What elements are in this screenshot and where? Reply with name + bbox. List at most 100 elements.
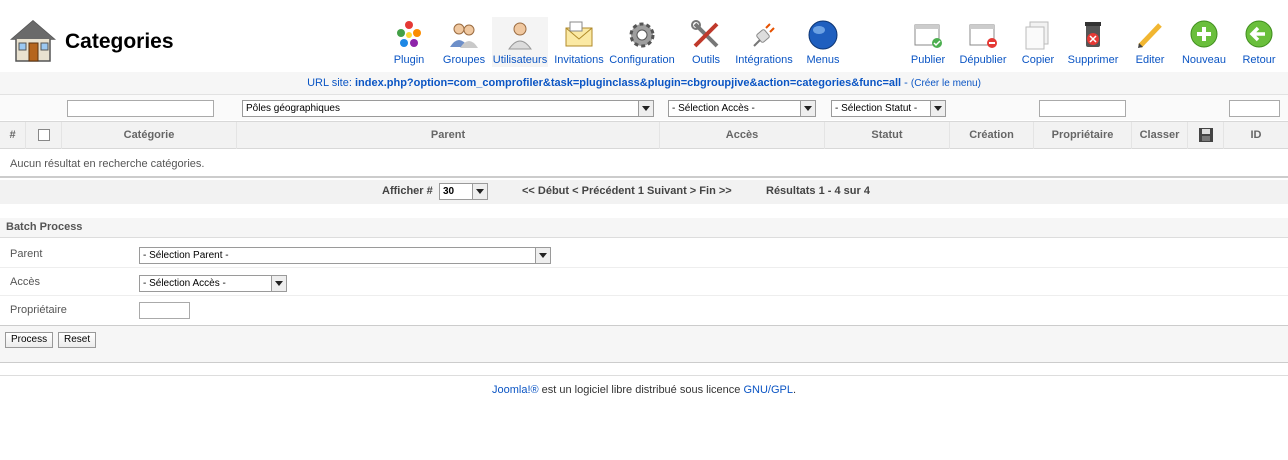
chevron-down-icon [535, 248, 550, 263]
col-status[interactable]: Statut [825, 122, 950, 149]
pagination: Afficher # 30 << Début < Précédent 1 Sui… [0, 180, 1288, 204]
url-label: URL site: [307, 77, 355, 89]
joomla-link[interactable]: Joomla!® [492, 384, 539, 396]
toolbar: Categories Plugin Groupes Utilisateurs I… [0, 0, 1288, 72]
url-value: index.php?option=com_comprofiler&task=pl… [354, 77, 902, 89]
footer-end: . [792, 384, 797, 396]
unpublish-icon [969, 24, 997, 48]
chevron-down-icon [800, 101, 815, 116]
gnu-gpl-link[interactable]: GNU/GPL [743, 384, 793, 396]
toolbar-edit-button[interactable]: Editer [1130, 17, 1170, 67]
batch-access-select[interactable]: - Sélection Accès - [139, 275, 287, 292]
id-filter-input[interactable] [1229, 100, 1280, 117]
groups-icon [450, 23, 478, 48]
status-filter-value: - Sélection Statut - [835, 103, 918, 114]
batch-actions: Process Reset [0, 325, 1288, 363]
toolbar-copy-button[interactable]: Copier [1016, 17, 1060, 67]
toolbar-invitations-label: Invitations [554, 54, 604, 66]
batch-process-title: Batch Process [0, 218, 1288, 238]
categories-house-icon [10, 20, 56, 62]
status-filter-select[interactable]: - Sélection Statut - [831, 100, 946, 117]
batch-owner-label: Propriétaire [10, 304, 67, 316]
chevron-down-icon [638, 101, 653, 116]
batch-parent-value: - Sélection Parent - [143, 250, 229, 261]
toolbar-publish-label: Publier [910, 54, 946, 66]
back-icon [1245, 20, 1273, 48]
users-icon [508, 22, 532, 50]
col-id[interactable]: ID [1224, 122, 1288, 149]
copy-icon [1025, 21, 1049, 50]
col-number: # [0, 122, 26, 149]
toolbar-menus-button[interactable]: Menus [800, 17, 846, 67]
toolbar-integrations-button[interactable]: Intégrations [734, 17, 794, 67]
col-category[interactable]: Catégorie [62, 122, 237, 149]
toolbar-edit-label: Editer [1135, 54, 1165, 66]
toolbar-unpublish-button[interactable]: Dépublier [957, 17, 1009, 67]
footer-text: est un logiciel libre distribué sous lic… [538, 384, 744, 396]
toolbar-new-label: Nouveau [1181, 54, 1227, 66]
chevron-down-icon [271, 276, 286, 291]
chevron-down-icon [472, 184, 487, 199]
reset-button[interactable]: Reset [58, 332, 97, 348]
gear-icon [629, 22, 655, 48]
show-count-select[interactable]: 30 [439, 183, 488, 200]
col-access[interactable]: Accès [660, 122, 825, 149]
batch-row-owner: Propriétaire [0, 296, 1288, 324]
plugin-icon [397, 21, 421, 47]
batch-parent-select[interactable]: - Sélection Parent - [139, 247, 551, 264]
results-count: Résultats 1 - 4 sur 4 [766, 185, 870, 197]
create-menu-link[interactable]: (Créer le menu) [911, 78, 981, 89]
toolbar-delete-button[interactable]: Supprimer [1064, 17, 1122, 67]
url-separator: - [901, 77, 911, 89]
page-navigation[interactable]: << Début < Précédent 1 Suivant > Fin >> [522, 180, 732, 202]
owner-filter-input[interactable] [1039, 100, 1126, 117]
new-icon [1190, 20, 1218, 48]
toolbar-groups-label: Groupes [442, 54, 486, 66]
url-bar: URL site: index.php?option=com_comprofil… [0, 72, 1288, 94]
save-order-icon[interactable] [1198, 128, 1213, 143]
parent-filter-select[interactable]: Pôles géographiques [242, 100, 654, 117]
toolbar-publish-button[interactable]: Publier [903, 17, 953, 67]
category-search-input[interactable] [67, 100, 214, 117]
page-footer: Joomla!® est un logiciel libre distribué… [0, 375, 1288, 396]
batch-row-parent: Parent - Sélection Parent - [0, 240, 1288, 268]
col-select-all [26, 122, 62, 149]
delete-icon [1085, 22, 1101, 47]
publish-icon [914, 24, 942, 48]
batch-row-access: Accès - Sélection Accès - [0, 268, 1288, 296]
show-count-label: Afficher # [382, 185, 433, 197]
select-all-checkbox[interactable] [37, 129, 50, 142]
batch-owner-input[interactable] [139, 302, 190, 319]
toolbar-back-button[interactable]: Retour [1238, 17, 1280, 67]
col-order[interactable]: Classer [1132, 122, 1188, 149]
chevron-down-icon [930, 101, 945, 116]
col-save-order [1188, 122, 1224, 149]
process-button[interactable]: Process [5, 332, 54, 348]
edit-icon [1138, 23, 1162, 48]
toolbar-new-button[interactable]: Nouveau [1180, 17, 1228, 67]
toolbar-tools-label: Outils [691, 54, 721, 66]
toolbar-menus-label: Menus [806, 54, 840, 66]
invitations-icon [565, 21, 593, 47]
col-creation[interactable]: Création [950, 122, 1034, 149]
tools-icon [691, 20, 719, 48]
toolbar-groups-button[interactable]: Groupes [440, 17, 488, 67]
toolbar-configuration-button[interactable]: Configuration [608, 17, 676, 67]
empty-results-message: Aucun résultat en recherche catégories. [0, 150, 1288, 178]
access-filter-select[interactable]: - Sélection Accès - [668, 100, 816, 117]
table-header: # Catégorie Parent Accès Statut Création… [0, 121, 1288, 149]
page-title: Categories [65, 30, 174, 53]
col-owner[interactable]: Propriétaire [1034, 122, 1132, 149]
show-count-value: 30 [443, 186, 455, 197]
filter-row: Pôles géographiques - Sélection Accès - … [0, 94, 1288, 120]
batch-access-label: Accès [10, 276, 40, 288]
toolbar-invitations-button[interactable]: Invitations [553, 17, 605, 67]
toolbar-users-button[interactable]: Utilisateurs [492, 17, 548, 67]
toolbar-back-label: Retour [1242, 54, 1276, 66]
toolbar-configuration-label: Configuration [609, 54, 675, 66]
toolbar-plugin-label: Plugin [393, 54, 425, 66]
toolbar-plugin-button[interactable]: Plugin [388, 17, 430, 67]
col-parent[interactable]: Parent [237, 122, 660, 149]
parent-filter-value: Pôles géographiques [246, 103, 340, 114]
toolbar-tools-button[interactable]: Outils [684, 17, 728, 67]
